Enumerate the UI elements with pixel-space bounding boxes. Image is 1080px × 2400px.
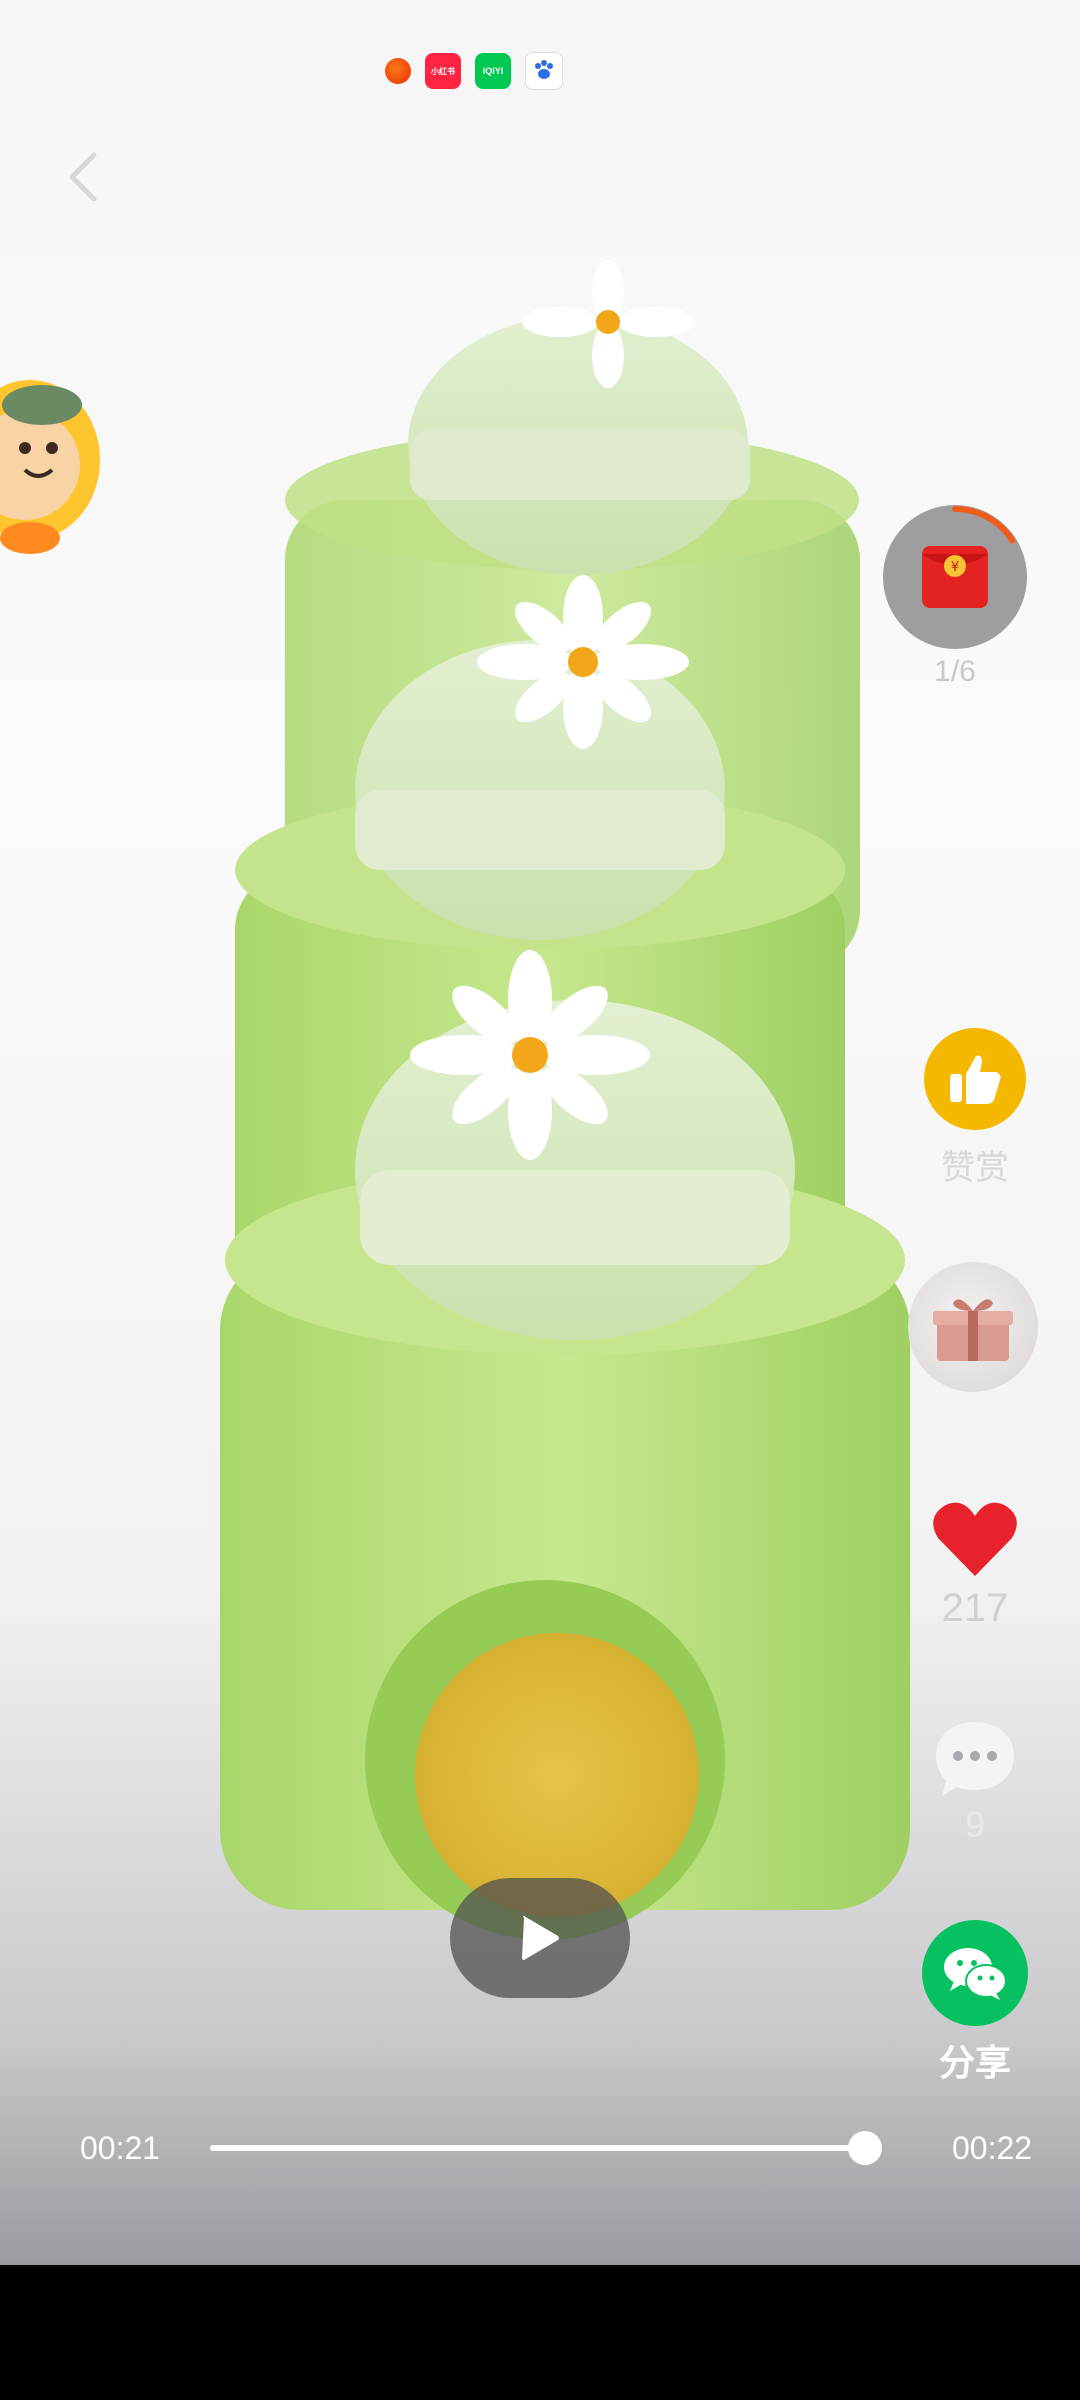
baidu-paw-icon bbox=[535, 60, 553, 79]
gift-button[interactable] bbox=[908, 1262, 1038, 1392]
thumbs-up-icon bbox=[950, 1055, 1001, 1104]
back-button[interactable] bbox=[58, 145, 108, 209]
navigation-bar-area bbox=[0, 2265, 1080, 2400]
total-time: 00:22 bbox=[952, 2130, 1033, 2166]
status-icons: 小红书 iQIYI bbox=[385, 52, 563, 90]
share-label: 分享 bbox=[938, 2042, 1011, 2083]
progress-slider[interactable] bbox=[210, 2131, 883, 2165]
heart-icon[interactable] bbox=[930, 1500, 1020, 1580]
share-circle[interactable] bbox=[922, 1920, 1028, 2026]
baidu-icon bbox=[525, 52, 563, 90]
current-time: 00:21 bbox=[80, 2130, 161, 2166]
comment-count: 9 bbox=[964, 1804, 986, 1845]
red-packet-widget[interactable]: ¥ 1/6 bbox=[880, 505, 1030, 689]
like-button[interactable]: 217 bbox=[925, 1500, 1025, 1631]
gift-circle[interactable] bbox=[908, 1262, 1038, 1392]
play-icon bbox=[522, 1916, 559, 1960]
red-packet-progress-ring bbox=[884, 506, 1026, 648]
red-packet-circle[interactable]: ¥ bbox=[883, 505, 1027, 649]
share-button[interactable]: 分享 bbox=[920, 1920, 1030, 2086]
progress-fill bbox=[210, 2145, 866, 2151]
reward-label: 赞赏 bbox=[941, 1149, 1009, 1187]
iqiyi-icon: iQIYI bbox=[475, 53, 511, 89]
taobao-icon bbox=[385, 58, 411, 84]
mascot-floating-icon[interactable] bbox=[0, 370, 110, 560]
comment-button[interactable]: 9 bbox=[925, 1718, 1025, 1846]
xiaohongshu-icon: 小红书 bbox=[425, 53, 461, 89]
red-packet-count: 1/6 bbox=[934, 655, 976, 688]
play-button[interactable] bbox=[450, 1878, 630, 1998]
thumb-circle[interactable] bbox=[924, 1028, 1026, 1130]
wechat-icon bbox=[944, 1948, 1007, 2000]
progress-knob[interactable] bbox=[848, 2131, 883, 2165]
comment-bubble-icon[interactable] bbox=[932, 1718, 1018, 1800]
gift-box-icon bbox=[933, 1299, 1013, 1361]
reward-button[interactable]: 赞赏 bbox=[920, 1028, 1030, 1189]
video-screen[interactable]: 小红书 iQIYI ¥ 1/6 赞赏 217 9 分享 00:21 00:22 bbox=[0, 0, 1080, 2265]
chevron-left-icon bbox=[69, 152, 97, 202]
pilot-mascot-icon bbox=[0, 380, 100, 554]
like-count: 217 bbox=[941, 1586, 1009, 1630]
